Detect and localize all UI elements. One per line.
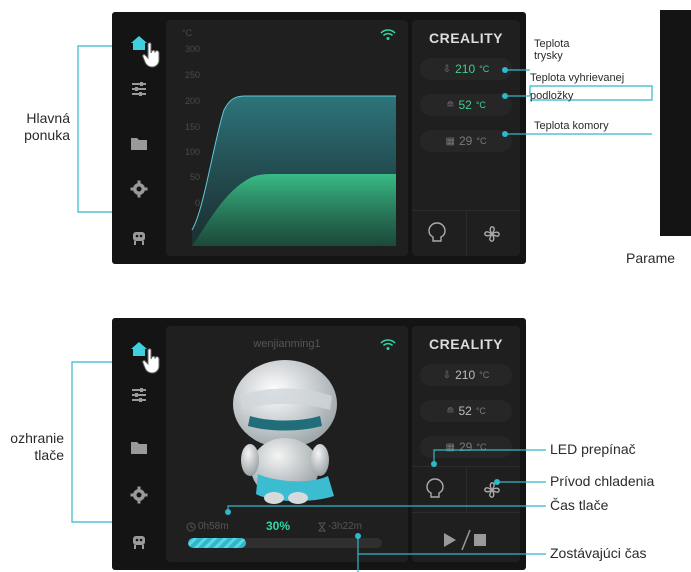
print-iface-line1: ozhranie (10, 430, 64, 446)
print-interface-label: ozhranie tlače (0, 430, 64, 464)
print-time-label: Čas tlače (550, 497, 609, 513)
main-menu-line2: ponuka (24, 127, 70, 143)
bed-callout-line1: Teplota vyhrievanej (530, 72, 625, 84)
main-menu-line1: Hlavná (26, 110, 70, 126)
led-switch-label: LED prepínač (550, 441, 636, 457)
parameters-label: Parame (626, 250, 676, 266)
chamber-temp-callout: Teplota komory (534, 120, 609, 132)
nozzle-temp-callout: Teplota trysky (534, 38, 569, 62)
cooling-label: Prívod chladenia (550, 473, 655, 489)
parameters-panel (660, 10, 691, 236)
bottom-leader-lines (71, 361, 546, 572)
nozzle-callout-line1: Teplota (534, 38, 570, 50)
remaining-time-label: Zostávajúci čas (550, 545, 647, 561)
main-menu-label: Hlavná ponuka (10, 110, 70, 144)
nozzle-callout-line2: trysky (534, 50, 563, 62)
bed-callout-line2: podložky (530, 90, 574, 102)
top-leader-lines (77, 45, 653, 213)
bed-temp-callout: Teplota vyhrievanej podložky (530, 72, 624, 102)
print-iface-line2: tlače (34, 447, 64, 463)
